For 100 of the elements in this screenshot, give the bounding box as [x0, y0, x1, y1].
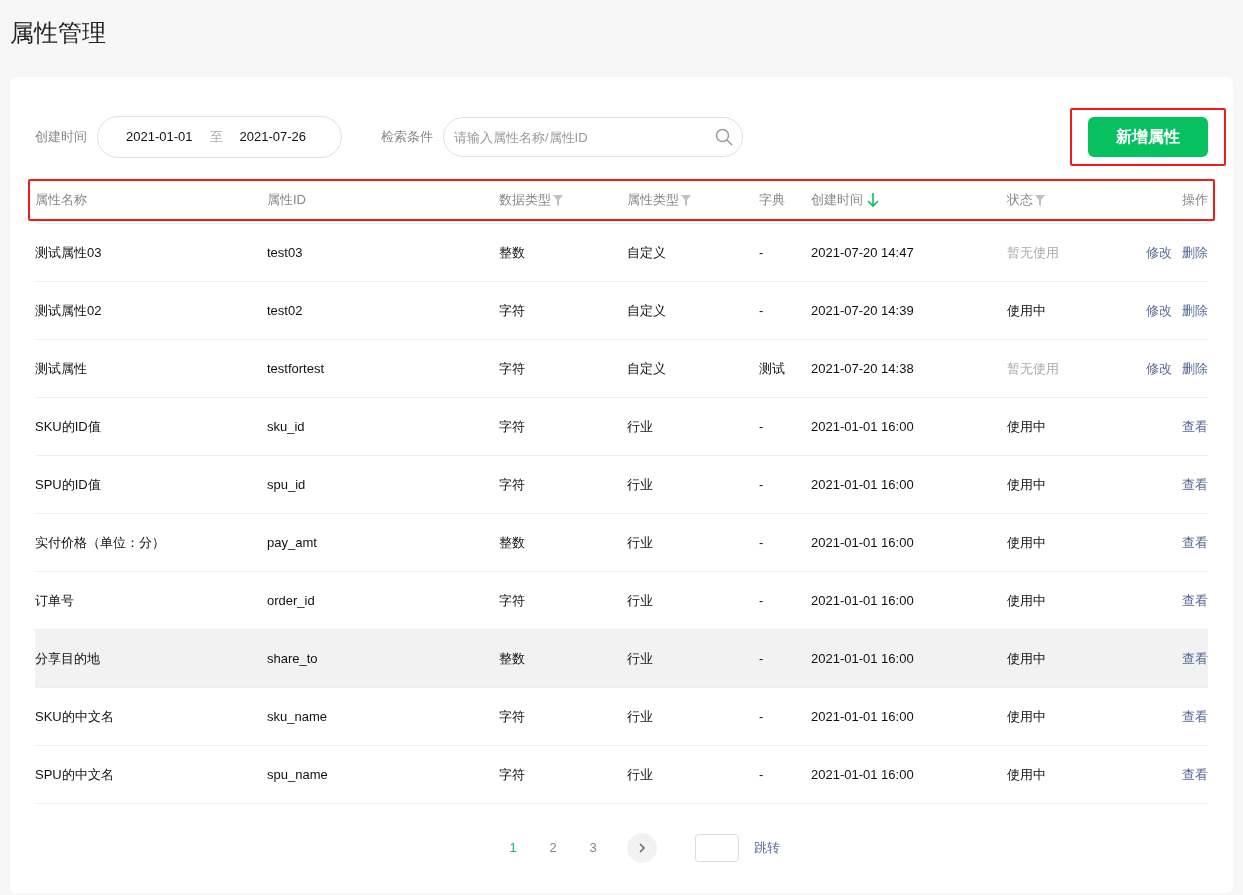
id-cell-text: test02 — [267, 301, 304, 320]
data-type-cell-text: 整数 — [499, 243, 526, 262]
search-field[interactable]: 请输入属性名称/属性ID — [443, 117, 743, 157]
dictionary-cell-text: - — [759, 417, 765, 436]
attribute-type-cell-text: 自定义 — [627, 243, 667, 262]
column-header: 字典 — [759, 191, 785, 210]
id-cell-text: test03 — [267, 243, 304, 262]
id-cell-text: pay_amt — [267, 533, 318, 552]
status-cell-text: 使用中 — [1007, 301, 1047, 320]
search-icon[interactable] — [715, 128, 733, 146]
attribute-type-cell-text: 行业 — [627, 765, 654, 784]
status-cell-text: 使用中 — [1007, 765, 1047, 784]
status-cell-text: 使用中 — [1007, 417, 1047, 436]
action-link[interactable]: 删除 — [1182, 300, 1208, 321]
dictionary-cell-text: - — [759, 301, 765, 320]
id-cell-text: spu_id — [267, 475, 307, 494]
attribute-type-cell-text: 行业 — [627, 417, 654, 436]
end-date[interactable]: 2021-07-26 — [239, 127, 306, 147]
table-row[interactable]: 分享目的地 share_to 整数 行业 - 2021-01-01 16:00 使用中 查看 — [35, 630, 1208, 688]
date-label: 创建时间 — [35, 128, 87, 147]
action-link[interactable]: 查看 — [1182, 532, 1208, 553]
status-cell-text: 使用中 — [1007, 591, 1047, 610]
jump-link[interactable]: 跳转 — [754, 838, 780, 858]
name-cell-text: 实付价格（单位：分） — [35, 533, 166, 552]
attribute-type-cell-text: 行业 — [627, 649, 654, 668]
dictionary-cell-text: - — [759, 765, 765, 784]
id-cell-text: sku_id — [267, 417, 306, 436]
action-link[interactable]: 删除 — [1182, 358, 1208, 379]
id-cell-text: sku_name — [267, 707, 328, 726]
action-link[interactable]: 修改 — [1146, 300, 1172, 321]
dictionary-cell-text: - — [759, 243, 765, 262]
name-cell-text: SKU的中文名 — [35, 707, 115, 726]
created-time-cell-text: 2021-01-01 16:00 — [811, 707, 915, 726]
action-link[interactable]: 查看 — [1182, 590, 1208, 611]
arrow-down-icon[interactable] — [867, 192, 879, 208]
action-link[interactable]: 查看 — [1182, 474, 1208, 495]
page-number[interactable]: 3 — [579, 833, 607, 863]
action-link[interactable]: 修改 — [1146, 242, 1172, 263]
attribute-type-cell-text: 行业 — [627, 533, 654, 552]
action-link[interactable]: 查看 — [1182, 648, 1208, 669]
name-cell-text: 测试属性03 — [35, 243, 103, 262]
id-cell-text: order_id — [267, 591, 316, 610]
dictionary-cell-text: - — [759, 591, 765, 610]
dictionary-cell-text: - — [759, 533, 765, 552]
chevron-right-icon — [638, 843, 646, 853]
data-type-cell-text: 字符 — [499, 707, 526, 726]
next-page-button[interactable] — [627, 833, 657, 863]
dictionary-cell-text: - — [759, 475, 765, 494]
status-cell-text: 使用中 — [1007, 475, 1047, 494]
created-time-cell-text: 2021-01-01 16:00 — [811, 765, 915, 784]
dictionary-cell-text: 测试 — [759, 359, 786, 378]
column-header: 属性名称 — [35, 191, 87, 210]
status-cell-text: 使用中 — [1007, 649, 1047, 668]
name-cell-text: SPU的中文名 — [35, 765, 115, 784]
data-type-cell-text: 整数 — [499, 649, 526, 668]
id-cell-text: spu_name — [267, 765, 329, 784]
id-cell-text: testfortest — [267, 359, 326, 378]
column-header: 属性ID — [267, 191, 306, 210]
created-time-cell-text: 2021-01-01 16:00 — [811, 533, 915, 552]
action-link[interactable]: 查看 — [1182, 416, 1208, 437]
action-link[interactable]: 查看 — [1182, 764, 1208, 785]
attribute-type-cell-text: 行业 — [627, 591, 654, 610]
filter-icon[interactable] — [681, 194, 691, 206]
created-time-cell-text: 2021-07-20 14:39 — [811, 301, 915, 320]
column-header: 属性类型 — [627, 191, 679, 210]
filter-icon[interactable] — [553, 194, 563, 206]
page-title: 属性管理 — [10, 18, 107, 48]
data-type-cell-text: 整数 — [499, 533, 526, 552]
action-link[interactable]: 删除 — [1182, 242, 1208, 263]
attribute-type-cell-text: 行业 — [627, 475, 654, 494]
column-header: 数据类型 — [499, 191, 551, 210]
created-time-cell-text: 2021-07-20 14:38 — [811, 359, 915, 378]
start-date[interactable]: 2021-01-01 — [126, 127, 193, 147]
name-cell-text: SPU的ID值 — [35, 475, 102, 494]
created-time-cell-text: 2021-01-01 16:00 — [811, 417, 915, 436]
id-cell-text: share_to — [267, 649, 319, 668]
page-jump-field[interactable] — [695, 834, 739, 862]
filter-icon[interactable] — [1035, 194, 1045, 206]
column-header: 状态 — [1007, 191, 1033, 210]
status-cell-text: 暂无使用 — [1007, 243, 1060, 262]
attribute-type-cell-text: 行业 — [627, 707, 654, 726]
action-link[interactable]: 修改 — [1146, 358, 1172, 379]
data-type-cell-text: 字符 — [499, 417, 526, 436]
column-header: 操作 — [1182, 191, 1208, 210]
name-cell-text: 订单号 — [35, 591, 75, 610]
data-type-cell-text: 字符 — [499, 765, 526, 784]
status-cell-text: 使用中 — [1007, 707, 1047, 726]
action-link[interactable]: 查看 — [1182, 706, 1208, 727]
range-separator: 至 — [209, 128, 223, 147]
data-type-cell-text: 字符 — [499, 591, 526, 610]
created-time-cell-text: 2021-01-01 16:00 — [811, 591, 915, 610]
dictionary-cell-text: - — [759, 707, 765, 726]
data-type-cell-text: 字符 — [499, 475, 526, 494]
attribute-type-cell-text: 自定义 — [627, 359, 667, 378]
created-time-cell-text: 2021-01-01 16:00 — [811, 649, 915, 668]
search-label: 检索条件 — [381, 128, 433, 147]
page-number[interactable]: 2 — [539, 833, 567, 863]
name-cell-text: SKU的ID值 — [35, 417, 102, 436]
name-cell-text: 分享目的地 — [35, 649, 101, 668]
attribute-type-cell-text: 自定义 — [627, 301, 667, 320]
